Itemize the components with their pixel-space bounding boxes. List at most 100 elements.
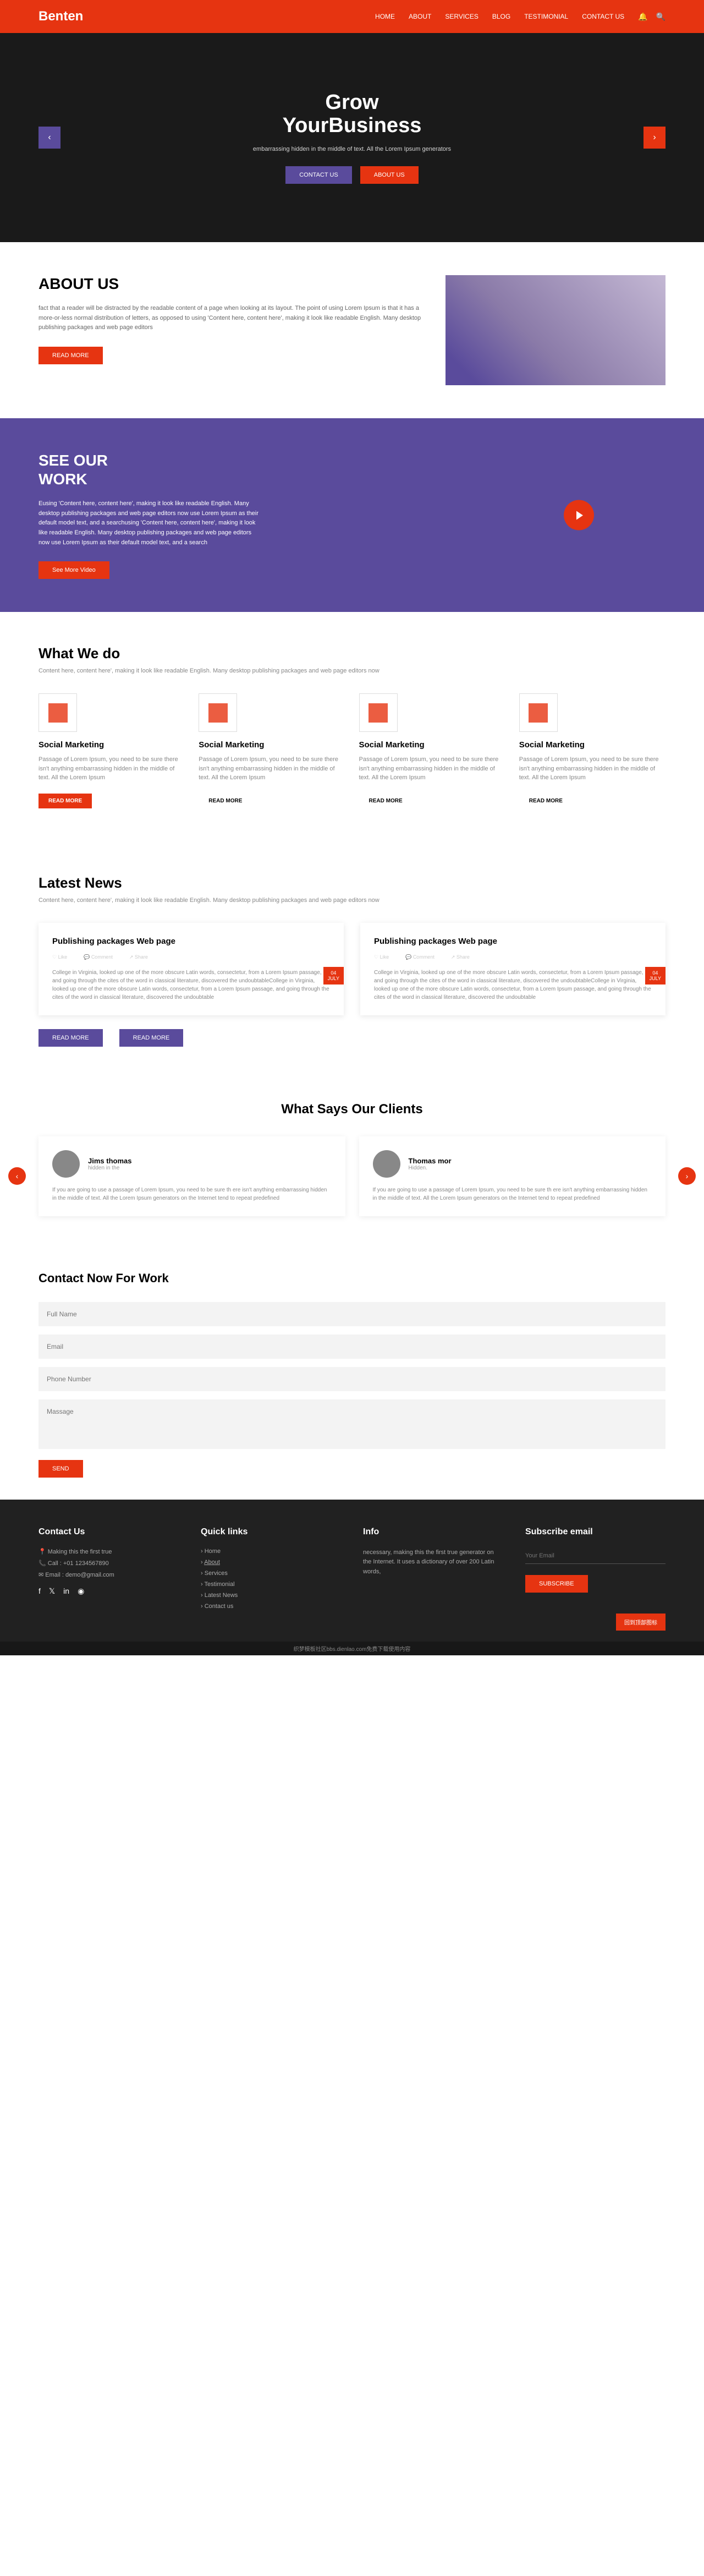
contact-title: Contact Now For Work [38,1271,666,1286]
footer-contact: Contact Us 📍 Making this the first true … [38,1527,179,1614]
instagram-icon[interactable]: ◉ [78,1587,84,1596]
twitter-icon[interactable]: 𝕏 [49,1587,55,1596]
like-icon[interactable]: ♡ Like [374,954,389,960]
send-button[interactable]: SEND [38,1460,83,1478]
about-section: ABOUT US fact that a reader will be dist… [0,242,704,418]
testimonial-card: Jims thomashidden in the If you are goin… [38,1136,345,1216]
work-title: SEE OURWORK [38,451,666,488]
avatar [373,1150,400,1178]
footer-link[interactable]: › Testimonial [201,1581,341,1588]
footer-link[interactable]: › Home [201,1548,341,1555]
work-video-button[interactable]: See More Video [38,561,109,579]
carousel-next[interactable]: › [644,127,666,149]
service-readmore[interactable]: READ MORE [519,794,573,808]
footer-phone[interactable]: 📞 Call : +01 1234567890 [38,1560,179,1567]
work-text: Eusing 'Content here, content here', mak… [38,499,258,548]
logo[interactable]: Benten [38,9,83,24]
testimonial-text: If you are going to use a passage of Lor… [373,1186,652,1202]
nav-home[interactable]: HOME [375,13,395,20]
nav-about[interactable]: ABOUT [409,13,431,20]
about-image [446,275,666,385]
news-readmore-button[interactable]: READ MORE [119,1029,184,1047]
footer-address: 📍 Making this the first true [38,1548,179,1555]
about-title: ABOUT US [38,275,424,293]
play-icon[interactable] [564,500,594,530]
clients-section: What Says Our Clients ‹ › Jims thomashid… [0,1080,704,1249]
service-icon [359,693,398,732]
footer-link[interactable]: › Contact us [201,1603,341,1610]
header: Benten HOME ABOUT SERVICES BLOG TESTIMON… [0,0,704,33]
hero-contact-button[interactable]: CONTACT US [285,166,352,184]
testimonial-prev[interactable]: ‹ [8,1167,26,1185]
main-nav: HOME ABOUT SERVICES BLOG TESTIMONIAL CON… [375,12,666,21]
service-icon [38,693,77,732]
testimonial-role: Hidden. [409,1165,452,1171]
phone-input[interactable] [38,1367,666,1391]
news-card-title: Publishing packages Web page [52,937,330,946]
footer-links: Quick links › Home › About › Services › … [201,1527,341,1614]
hero-subtitle: embarrassing hidden in the middle of tex… [253,146,451,152]
news-section: Latest News Content here, content here',… [0,841,704,1080]
service-title: Social Marketing [199,740,345,750]
about-text: fact that a reader will be distracted by… [38,304,424,333]
footer-link[interactable]: › Services [201,1570,341,1577]
service-card: Social Marketing Passage of Lorem Ipsum,… [38,693,185,808]
nav-contact[interactable]: CONTACT US [582,13,624,20]
service-card: Social Marketing Passage of Lorem Ipsum,… [519,693,666,808]
service-icon [199,693,237,732]
subscribe-button[interactable]: SUBSCRIBE [525,1575,588,1593]
comment-icon[interactable]: 💬 Comment [84,954,113,960]
testimonial-name: Jims thomas [88,1157,131,1165]
search-icon[interactable]: 🔍 [656,12,666,21]
service-text: Passage of Lorem Ipsum, you need to be s… [359,755,505,783]
service-readmore[interactable]: READ MORE [199,794,252,808]
about-readmore-button[interactable]: READ MORE [38,347,103,364]
comment-icon[interactable]: 💬 Comment [405,954,435,960]
hero-title: GrowYourBusiness [283,91,422,138]
nav-blog[interactable]: BLOG [492,13,510,20]
service-text: Passage of Lorem Ipsum, you need to be s… [38,755,185,783]
news-card-text: College in Virginia, looked up one of th… [52,969,330,1002]
scroll-top-button[interactable]: 回到顶部图标 [616,1614,666,1631]
date-badge: 04JULY [323,967,344,985]
avatar [52,1150,80,1178]
news-card-title: Publishing packages Web page [374,937,652,946]
service-title: Social Marketing [38,740,185,750]
news-card-text: College in Virginia, looked up one of th… [374,969,652,1002]
clients-title: What Says Our Clients [38,1102,666,1117]
carousel-prev[interactable]: ‹ [38,127,61,149]
news-title: Latest News [38,874,666,892]
footer-email[interactable]: ✉ Email : demo@gmail.com [38,1571,179,1578]
work-section: SEE OURWORK Eusing 'Content here, conten… [0,418,704,612]
name-input[interactable] [38,1302,666,1326]
nav-services[interactable]: SERVICES [445,13,478,20]
share-icon[interactable]: ↗ Share [129,954,148,960]
service-card: Social Marketing Passage of Lorem Ipsum,… [199,693,345,808]
news-readmore-button[interactable]: READ MORE [38,1029,103,1047]
hero-section: ‹ › GrowYourBusiness embarrassing hidden… [0,33,704,242]
testimonial-card: Thomas morHidden. If you are going to us… [359,1136,666,1216]
service-title: Social Marketing [519,740,666,750]
facebook-icon[interactable]: f [38,1587,41,1596]
service-readmore[interactable]: READ MORE [38,794,92,808]
linkedin-icon[interactable]: in [63,1587,69,1596]
nav-testimonial[interactable]: TESTIMONIAL [524,13,568,20]
whatwedo-sub: Content here, content here', making it l… [38,668,666,674]
testimonial-next[interactable]: › [678,1167,696,1185]
service-readmore[interactable]: READ MORE [359,794,413,808]
like-icon[interactable]: ♡ Like [52,954,67,960]
service-card: Social Marketing Passage of Lorem Ipsum,… [359,693,505,808]
footer-link[interactable]: › Latest News [201,1592,341,1599]
hero-about-button[interactable]: ABOUT US [360,166,419,184]
contact-section: Contact Now For Work SEND [0,1249,704,1500]
message-input[interactable] [38,1399,666,1449]
share-icon[interactable]: ↗ Share [451,954,470,960]
service-title: Social Marketing [359,740,505,750]
footer-info: Info necessary, making this the first tr… [363,1527,503,1614]
watermark: 织梦模板社区bbs.dienlao.com免费下载使用内容 [0,1642,704,1655]
bell-icon[interactable]: 🔔 [638,12,647,21]
testimonial-role: hidden in the [88,1165,131,1171]
email-input[interactable] [38,1335,666,1359]
footer-link[interactable]: › About [201,1559,341,1566]
subscribe-input[interactable] [525,1548,666,1564]
